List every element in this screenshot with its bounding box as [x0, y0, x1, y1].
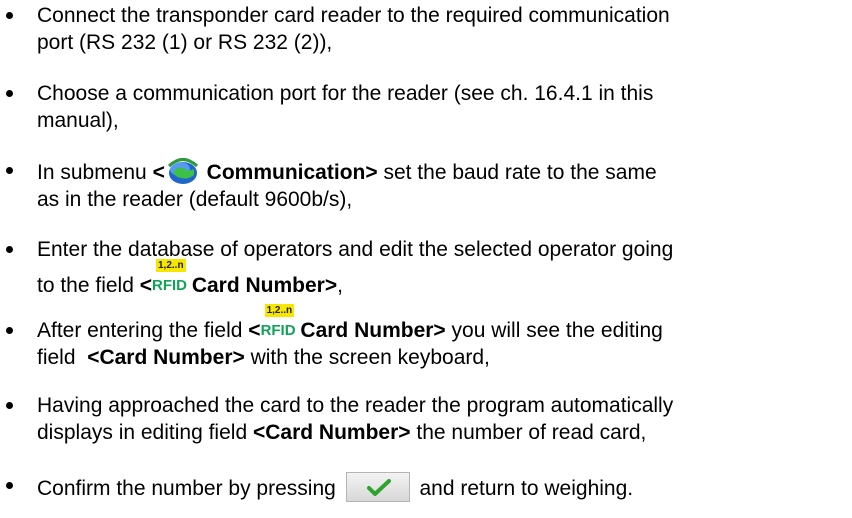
line: to the field <1,2..n RFID Card Number>,	[37, 259, 848, 299]
line: displays in editing field <Card Number> …	[37, 419, 848, 446]
rfid-card-number-icon: 1,2..n RFID	[152, 259, 187, 295]
rfid-badge: 1,2..n	[264, 304, 295, 317]
text-span: field	[37, 346, 88, 369]
line: manual),	[37, 109, 119, 132]
line: Confirm the number by pressing and retur…	[37, 472, 848, 502]
text-span: Confirm the number by pressing	[37, 477, 342, 500]
text-span: ,	[337, 274, 343, 297]
line: Choose a communication port for the read…	[37, 82, 654, 105]
text-span: the number of read card,	[410, 421, 647, 444]
bullet-dot	[6, 167, 13, 174]
submenu-open-bracket: <	[152, 161, 165, 184]
bullet-dot	[6, 246, 13, 253]
field-open-bracket: <	[248, 319, 261, 342]
line: as in the reader (default 9600b/s),	[37, 188, 353, 211]
text-span: you will see the editing	[445, 319, 663, 342]
bullet-dot	[6, 482, 13, 489]
line: field <Card Number> with the screen keyb…	[37, 344, 848, 371]
card-number-field-label: Card Number>	[186, 274, 338, 297]
bullet-dot	[6, 90, 13, 97]
card-number-field-label: Card Number>	[294, 319, 446, 342]
submenu-communication-label: Communication>	[200, 161, 378, 184]
text-span: In submenu	[37, 161, 153, 184]
checkmark-icon	[366, 479, 391, 496]
list-item-text: After entering the field <1,2..n RFID Car…	[37, 304, 848, 371]
text-span: After entering the field	[37, 319, 249, 342]
bullet-dot	[6, 402, 13, 409]
communication-globe-icon	[166, 157, 200, 185]
rfid-word: RFID	[260, 322, 296, 339]
text-span: set the baud rate to the same	[377, 161, 657, 184]
list-item-text: Confirm the number by pressing and retur…	[37, 472, 848, 502]
card-number-field-name: <Card Number>	[252, 421, 411, 444]
list-item-text: Having approached the card to the reader…	[37, 392, 848, 446]
confirm-button[interactable]	[345, 472, 410, 502]
text-span: displays in editing field	[37, 421, 253, 444]
bullet-dot	[6, 12, 13, 19]
line: In submenu < Communication> set the baud…	[37, 157, 848, 186]
line: Connect the transponder card reader to t…	[37, 4, 670, 27]
field-open-bracket: <	[139, 274, 152, 297]
text-span: and return to weighing.	[413, 477, 634, 500]
line: port (RS 232 (1) or RS 232 (2)),	[37, 31, 333, 54]
list-item-text: Connect the transponder card reader to t…	[37, 2, 848, 56]
rfid-badge: 1,2..n	[156, 259, 186, 272]
list-item-text: In submenu < Communication> set the baud…	[37, 157, 848, 213]
card-number-field-name: <Card Number>	[87, 346, 245, 369]
bullet-dot	[6, 327, 13, 334]
line: After entering the field <1,2..n RFID Car…	[37, 304, 848, 344]
document-page: Connect the transponder card reader to t…	[0, 0, 852, 518]
rfid-card-number-icon: 1,2..n RFID	[260, 304, 296, 340]
text-span: to the field	[37, 274, 140, 297]
rfid-word: RFID	[152, 277, 187, 294]
line: Having approached the card to the reader…	[37, 394, 674, 417]
list-item-text: Enter the database of operators and edit…	[37, 236, 848, 299]
list-item-text: Choose a communication port for the read…	[37, 80, 848, 134]
text-span: with the screen keyboard,	[244, 346, 490, 369]
